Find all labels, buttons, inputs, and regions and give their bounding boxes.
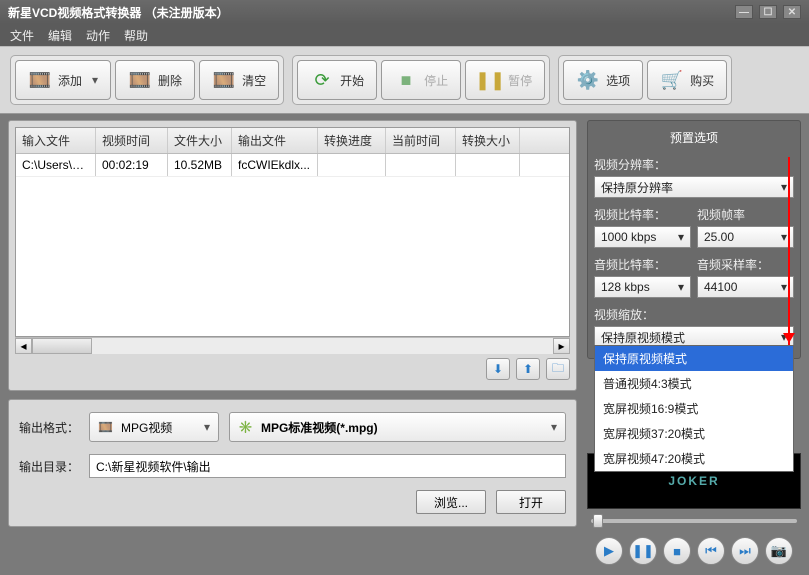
preset-panel: 预置选项 视频分辨率： 保持原分辨率▾ 视频比特率： 1000 kbps▾ 视频…	[587, 120, 801, 359]
open-button[interactable]: 打开	[496, 490, 566, 514]
chevron-down-icon: ▾	[204, 420, 210, 434]
output-preset-combo[interactable]: ✳️ MPG标准视频(*.mpg) ▾	[229, 412, 566, 442]
preset-icon: ✳️	[238, 420, 253, 434]
scale-option[interactable]: 宽屏视频16:9模式	[595, 396, 793, 421]
delete-icon: 🎞️	[128, 68, 152, 92]
resolution-select[interactable]: 保持原分辨率▾	[594, 176, 794, 198]
output-format-label: 输出格式：	[19, 419, 79, 436]
col-convsize[interactable]: 转换大小	[456, 128, 520, 153]
output-dir-input[interactable]	[89, 454, 566, 478]
output-dir-label: 输出目录：	[19, 458, 79, 475]
play-button[interactable]: ▶	[595, 537, 623, 565]
add-button[interactable]: 🎞️添加▾	[15, 60, 111, 100]
scale-option[interactable]: 保持原视频模式	[595, 346, 793, 371]
scale-option[interactable]: 普通视频4:3模式	[595, 371, 793, 396]
scroll-right-icon[interactable]: ▸	[553, 338, 570, 354]
prev-button[interactable]: ⏮	[697, 537, 725, 565]
resolution-label: 视频分辨率：	[594, 156, 794, 173]
abitrate-select[interactable]: 128 kbps▾	[594, 276, 691, 298]
col-output[interactable]: 输出文件	[232, 128, 318, 153]
move-down-button[interactable]: ⬇	[486, 358, 510, 380]
stop-button[interactable]: ■停止	[381, 60, 461, 100]
add-icon: 🎞️	[28, 68, 52, 92]
pause-preview-button[interactable]: ❚❚	[629, 537, 657, 565]
buy-button[interactable]: 🛒购买	[647, 60, 727, 100]
clear-icon: 🎞️	[212, 68, 236, 92]
delete-button[interactable]: 🎞️删除	[115, 60, 195, 100]
start-button[interactable]: ⟳开始	[297, 60, 377, 100]
abitrate-label: 音频比特率：	[594, 256, 691, 273]
folder-button[interactable]: 🗀	[546, 358, 570, 380]
annotation-arrow	[788, 157, 790, 347]
seek-slider[interactable]	[587, 515, 801, 527]
clear-button[interactable]: 🎞️清空	[199, 60, 279, 100]
start-icon: ⟳	[310, 68, 334, 92]
samplerate-label: 音频采样率：	[697, 256, 794, 273]
snapshot-button[interactable]: 📷	[765, 537, 793, 565]
horizontal-scrollbar[interactable]: ◂ ▸	[15, 337, 570, 354]
samplerate-select[interactable]: 44100▾	[697, 276, 794, 298]
toolbar: 🎞️添加▾ 🎞️删除 🎞️清空 ⟳开始 ■停止 ❚❚暂停 ⚙️选项 🛒购买	[0, 46, 809, 114]
col-size[interactable]: 文件大小	[168, 128, 232, 153]
preset-title: 预置选项	[594, 127, 794, 152]
chevron-down-icon: ▾	[551, 420, 557, 434]
fps-label: 视频帧率	[697, 206, 794, 223]
col-curtime[interactable]: 当前时间	[386, 128, 456, 153]
app-title: 新星VCD视频格式转换器 （未注册版本）	[8, 4, 229, 21]
output-type-combo[interactable]: 🎞️ MPG视频 ▾	[89, 412, 219, 442]
maximize-button[interactable]: ☐	[759, 5, 777, 19]
scale-dropdown[interactable]: 保持原视频模式 普通视频4:3模式 宽屏视频16:9模式 宽屏视频37:20模式…	[594, 345, 794, 472]
next-button[interactable]: ⏭	[731, 537, 759, 565]
cart-icon: 🛒	[660, 68, 684, 92]
close-button[interactable]: ✕	[783, 5, 801, 19]
browse-button[interactable]: 浏览...	[416, 490, 486, 514]
gear-icon: ⚙️	[576, 68, 600, 92]
scale-option[interactable]: 宽屏视频47:20模式	[595, 446, 793, 471]
menu-edit[interactable]: 编辑	[48, 27, 72, 44]
col-progress[interactable]: 转换进度	[318, 128, 386, 153]
pause-icon: ❚❚	[478, 68, 502, 92]
file-table: 输入文件 视频时间 文件大小 输出文件 转换进度 当前时间 转换大小 C:\Us…	[15, 127, 570, 337]
menubar: 文件 编辑 动作 帮助	[0, 24, 809, 46]
scale-option[interactable]: 宽屏视频37:20模式	[595, 421, 793, 446]
vbitrate-select[interactable]: 1000 kbps▾	[594, 226, 691, 248]
col-vtime[interactable]: 视频时间	[96, 128, 168, 153]
scale-label: 视频缩放：	[594, 306, 794, 323]
stop-icon: ■	[394, 68, 418, 92]
scroll-left-icon[interactable]: ◂	[15, 338, 32, 354]
move-up-button[interactable]: ⬆	[516, 358, 540, 380]
stop-preview-button[interactable]: ■	[663, 537, 691, 565]
table-row[interactable]: C:\Users\pc\... 00:02:19 10.52MB fcCWIEk…	[16, 154, 569, 177]
menu-action[interactable]: 动作	[86, 27, 110, 44]
menu-help[interactable]: 帮助	[124, 27, 148, 44]
film-icon: 🎞️	[98, 420, 113, 434]
fps-select[interactable]: 25.00▾	[697, 226, 794, 248]
vbitrate-label: 视频比特率：	[594, 206, 691, 223]
pause-button[interactable]: ❚❚暂停	[465, 60, 545, 100]
options-button[interactable]: ⚙️选项	[563, 60, 643, 100]
col-input[interactable]: 输入文件	[16, 128, 96, 153]
scroll-thumb[interactable]	[32, 338, 92, 354]
minimize-button[interactable]: —	[735, 5, 753, 19]
menu-file[interactable]: 文件	[10, 27, 34, 44]
